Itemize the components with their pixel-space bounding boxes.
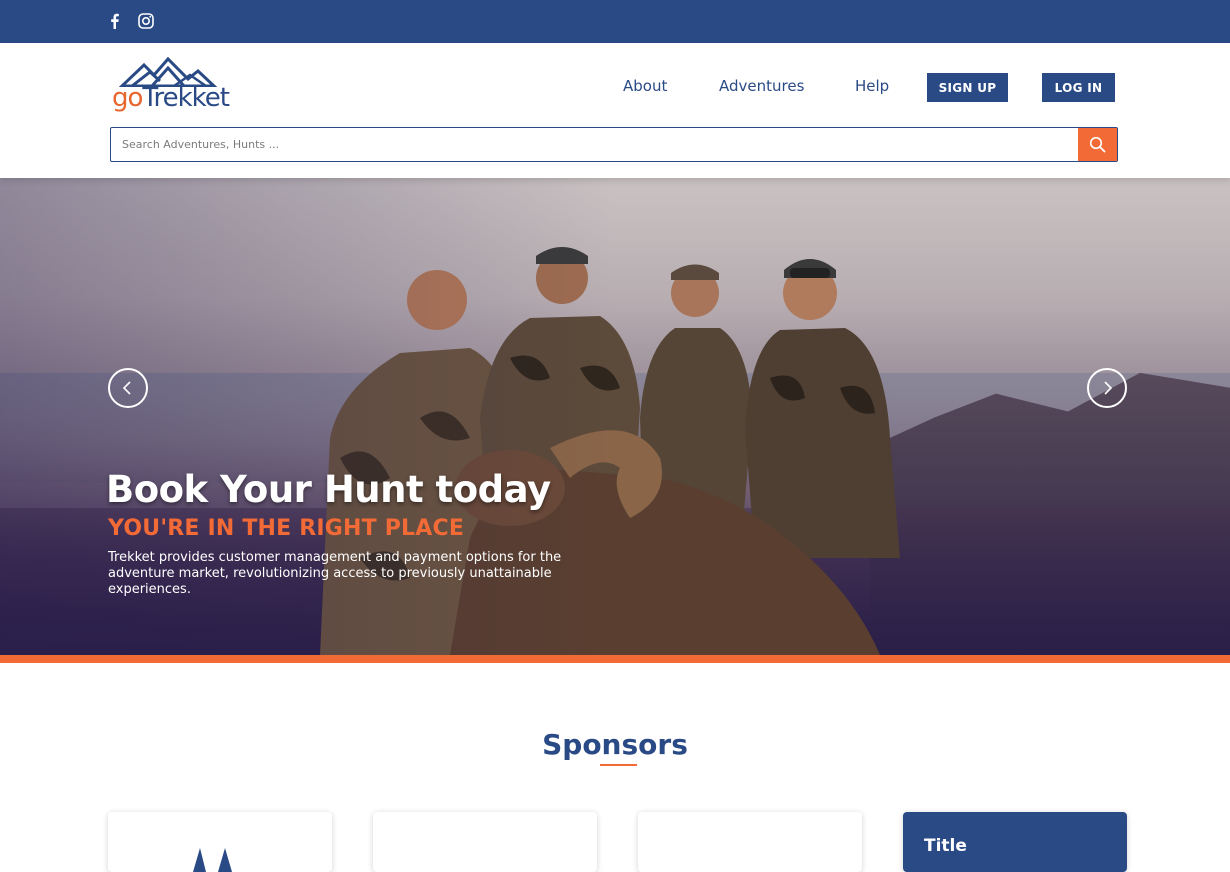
site-header: goTrekket About Adventures Help SIGN UP …	[0, 43, 1230, 178]
sponsors-underline	[600, 764, 637, 766]
search-button[interactable]	[1078, 128, 1117, 161]
nav-adventures[interactable]: Adventures	[719, 77, 804, 95]
search-bar	[110, 127, 1118, 162]
hero-subtitle: YOU'RE IN THE RIGHT PLACE	[108, 516, 465, 541]
sponsor-logo-icon	[193, 848, 232, 872]
sponsor-card-title: Title	[924, 836, 967, 856]
hero-carousel: Book Your Hunt today YOU'RE IN THE RIGHT…	[0, 178, 1230, 655]
gotrekket-logo[interactable]: goTrekket	[110, 55, 245, 115]
chevron-right-icon	[1104, 381, 1113, 395]
logo-go-text: go	[112, 83, 143, 113]
search-icon	[1089, 136, 1106, 153]
logo-trekket-text: Trekket	[142, 83, 230, 113]
instagram-icon[interactable]	[137, 12, 155, 30]
logo-wordmark: goTrekket	[112, 83, 230, 113]
sponsor-card[interactable]	[108, 812, 332, 872]
sign-up-button[interactable]: SIGN UP	[927, 73, 1008, 102]
log-in-button[interactable]: LOG IN	[1042, 73, 1115, 102]
sponsor-title-card[interactable]: Title	[903, 812, 1127, 872]
search-input[interactable]	[111, 128, 1079, 161]
sponsor-logo-icon	[698, 842, 798, 872]
social-bar	[0, 0, 1230, 43]
nav-help[interactable]: Help	[855, 77, 889, 95]
sponsors-heading: Sponsors	[542, 728, 688, 761]
hero-title: Book Your Hunt today	[106, 468, 551, 511]
sponsor-logo-icon	[433, 842, 543, 872]
hero-description: Trekket provides customer management and…	[108, 550, 562, 597]
sponsor-card[interactable]	[373, 812, 597, 872]
chevron-left-icon	[122, 381, 131, 395]
hero-accent-bar	[0, 655, 1230, 663]
facebook-icon[interactable]	[106, 12, 124, 30]
carousel-prev-button[interactable]	[108, 368, 148, 408]
nav-about[interactable]: About	[623, 77, 667, 95]
carousel-next-button[interactable]	[1087, 368, 1127, 408]
sponsor-card[interactable]	[638, 812, 862, 872]
